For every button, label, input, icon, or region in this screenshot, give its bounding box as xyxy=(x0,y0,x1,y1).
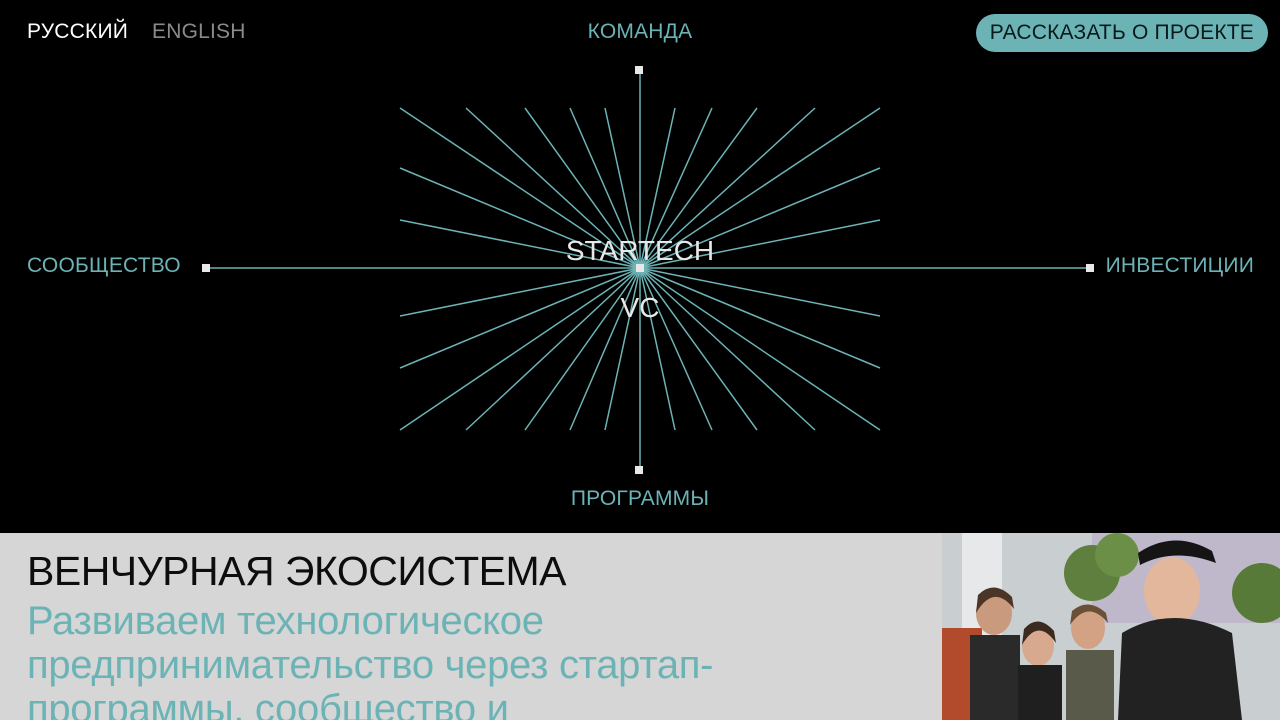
hero-section: РУССКИЙ ENGLISH КОМАНДА ПРОГРАММЫ СООБЩЕ… xyxy=(0,0,1280,533)
ecosystem-description: Развиваем технологическое предпринимател… xyxy=(27,599,714,720)
bottom-node-marker xyxy=(635,466,643,474)
nav-team-link[interactable]: КОМАНДА xyxy=(588,20,693,43)
top-node-marker xyxy=(635,66,643,74)
startech-vc-logo[interactable]: STARTECH VC xyxy=(540,222,740,336)
nav-programs: ПРОГРАММЫ xyxy=(0,487,1280,511)
logo-line-vc: VC xyxy=(620,292,660,323)
nav-investments-link[interactable]: ИНВЕСТИЦИИ xyxy=(1106,254,1254,278)
community-photo xyxy=(942,533,1280,720)
nav-community-link[interactable]: СООБЩЕСТВО xyxy=(27,254,181,278)
nav-programs-link[interactable]: ПРОГРАММЫ xyxy=(571,487,709,510)
left-node-marker xyxy=(202,264,210,272)
tell-about-project-button[interactable]: РАССКАЗАТЬ О ПРОЕКТЕ xyxy=(975,14,1268,52)
people-photo-illustration xyxy=(942,533,1280,720)
ecosystem-heading: ВЕНЧУРНАЯ ЭКОСИСТЕМА xyxy=(27,548,566,594)
logo-line-startech: STARTECH xyxy=(565,235,715,266)
ecosystem-section: ВЕНЧУРНАЯ ЭКОСИСТЕМА Развиваем технологи… xyxy=(0,533,942,720)
right-node-marker xyxy=(1086,264,1094,272)
